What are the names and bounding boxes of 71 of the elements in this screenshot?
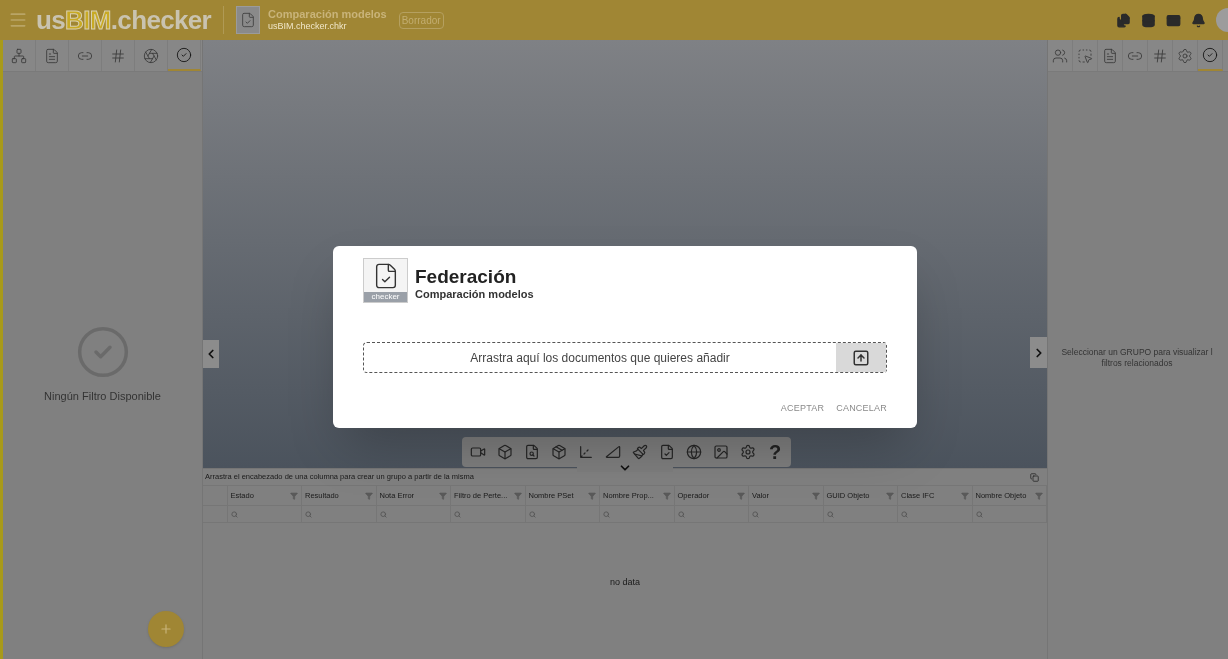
filter-icon [439, 491, 447, 500]
hash-icon [110, 47, 126, 64]
check-circle-icon [176, 46, 192, 63]
plus-icon [159, 622, 173, 636]
panel-tab[interactable] [168, 40, 201, 71]
camera-icon [470, 444, 486, 460]
status-badge: Borrador [398, 11, 444, 29]
filter-icon [811, 491, 820, 500]
document-icon [44, 47, 60, 64]
menu-icon[interactable] [8, 10, 28, 30]
column-filter-field[interactable] [302, 506, 377, 522]
brush-icon [632, 444, 648, 460]
aperture-icon [143, 47, 159, 64]
dialog-subtitle: Comparación modelos [415, 287, 534, 301]
filter-icon [1035, 491, 1043, 500]
file-name: usBIM.checker.chkr [268, 21, 348, 33]
column-filter-field[interactable] [749, 506, 824, 522]
checker-app-icon: checker [363, 258, 408, 303]
dialog-title: Federación [415, 267, 518, 287]
filter-icon [960, 491, 969, 500]
search-icon [826, 510, 834, 518]
column-filter-field[interactable] [898, 506, 973, 522]
filter-icon [290, 491, 298, 500]
filter-icon [588, 491, 596, 500]
search-icon [603, 510, 610, 518]
upload-button[interactable] [836, 343, 886, 372]
users-icon [1052, 47, 1068, 64]
document-icon [1102, 47, 1118, 64]
search-icon [379, 510, 387, 518]
filter-icon [886, 491, 894, 500]
document-icon [236, 6, 261, 34]
empty-message: Ningún Filtro Disponible [44, 389, 161, 404]
copy-icon[interactable] [1030, 472, 1039, 482]
column-filter-field[interactable] [451, 506, 526, 522]
search-icon [752, 510, 759, 518]
box-icon [551, 444, 567, 460]
file-search-icon [524, 444, 540, 460]
filter-icon [513, 491, 522, 500]
search-icon [901, 510, 908, 518]
search-icon [230, 510, 238, 518]
globe-icon [686, 444, 702, 460]
add-button[interactable] [148, 611, 184, 647]
search-icon [305, 510, 312, 518]
collapse-left-button[interactable] [203, 340, 219, 368]
image-icon [713, 444, 729, 460]
collapse-right-button[interactable] [1030, 337, 1047, 368]
column-filter-field[interactable] [600, 506, 675, 522]
search-icon [677, 510, 685, 518]
hash-icon [1152, 47, 1168, 64]
bell-icon[interactable] [1191, 12, 1206, 28]
filter-icon [364, 491, 373, 500]
search-icon [528, 510, 536, 518]
selection-icon [1077, 47, 1093, 64]
panel-tab[interactable] [1198, 40, 1223, 71]
axes-icon [578, 444, 594, 460]
upload-icon [852, 348, 870, 367]
empty-grid-message: no data [610, 576, 640, 590]
drop-zone[interactable]: Arrastra aquí los documentos que quieres añadir [363, 342, 887, 373]
filter-icon [662, 491, 671, 500]
check-circle-icon [1202, 46, 1218, 63]
help-button[interactable]: ? [763, 440, 787, 464]
app-logo: usBIM.checker [36, 7, 212, 33]
ruler-icon [605, 444, 621, 460]
search-icon [454, 510, 461, 518]
settings-icon [1177, 47, 1193, 64]
hierarchy-icon [11, 47, 27, 64]
settings-icon [740, 444, 756, 460]
search-icon [975, 510, 983, 518]
document-title: Comparación modelos [268, 7, 387, 22]
filter-icon [737, 491, 745, 500]
cube-icon [497, 444, 513, 460]
